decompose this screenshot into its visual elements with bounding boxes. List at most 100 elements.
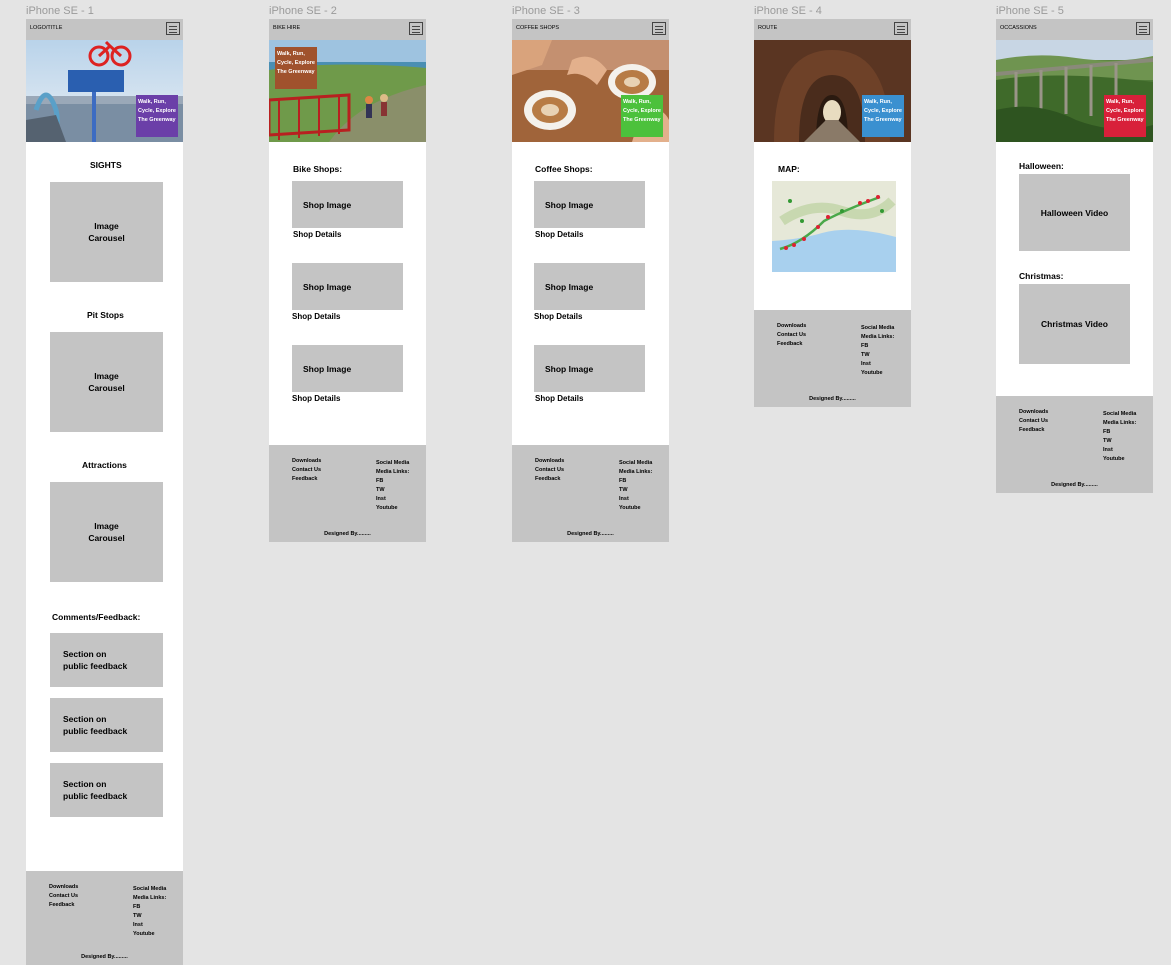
social-media-label: Social Media <box>861 325 895 331</box>
shop-details[interactable]: Shop Details <box>292 394 340 403</box>
top-bar: ROUTE <box>754 19 911 40</box>
shop-image[interactable]: Shop Image <box>534 181 645 228</box>
footer-link-feedback[interactable]: Feedback <box>49 901 78 910</box>
public-feedback-section: Section on public feedback <box>50 763 163 817</box>
christmas-video[interactable]: Christmas Video <box>1019 284 1130 364</box>
footer-link-feedback[interactable]: Feedback <box>777 340 806 349</box>
frame-label: iPhone SE - 5 <box>996 5 1064 17</box>
iphone-frame-1: LOGO/TITLE Walk, Run, Cycle, Explore The… <box>26 19 183 965</box>
halloween-video[interactable]: Halloween Video <box>1019 174 1130 251</box>
social-link-youtube[interactable]: Youtube <box>1103 455 1136 464</box>
hamburger-menu-icon[interactable] <box>166 22 180 35</box>
social-link-inst[interactable]: Inst <box>133 921 166 930</box>
social-link-tw[interactable]: TW <box>861 351 894 360</box>
tagline-badge: Walk, Run, Cycle, Explore The Greenway <box>136 95 178 137</box>
top-bar: OCCASSIONS <box>996 19 1153 40</box>
top-bar: BIKE HIRE <box>269 19 426 40</box>
social-link-fb[interactable]: FB <box>861 342 894 351</box>
image-carousel[interactable]: Image Carousel <box>50 482 163 582</box>
social-link-tw[interactable]: TW <box>1103 437 1136 446</box>
hero-image: Walk, Run, Cycle, Explore The Greenway <box>26 40 183 142</box>
social-link-inst[interactable]: Inst <box>861 360 894 369</box>
public-feedback-section: Section on public feedback <box>50 698 163 752</box>
footer-link-downloads[interactable]: Downloads <box>49 883 78 892</box>
footer-link-contact-us[interactable]: Contact Us <box>1019 417 1048 426</box>
social-link-fb[interactable]: FB <box>133 903 166 912</box>
social-media-label: Social Media <box>376 460 410 466</box>
designed-by: Designed By......... <box>1051 482 1098 488</box>
hero-image: Walk, Run, Cycle, Explore The Greenway <box>996 40 1153 142</box>
shop-image[interactable]: Shop Image <box>292 263 403 310</box>
section-heading-attractions: Attractions <box>82 460 127 470</box>
designed-by: Designed By......... <box>81 954 128 960</box>
image-carousel[interactable]: Image Carousel <box>50 182 163 282</box>
designed-by: Designed By......... <box>567 531 614 537</box>
christmas-heading: Christmas: <box>1019 271 1064 281</box>
social-media-label: Media Links: <box>376 469 410 475</box>
shop-details[interactable]: Shop Details <box>535 230 583 239</box>
social-link-youtube[interactable]: Youtube <box>619 504 652 513</box>
frame-label: iPhone SE - 1 <box>26 5 94 17</box>
social-media-label: Media Links: <box>133 895 167 901</box>
social-link-youtube[interactable]: Youtube <box>861 369 894 378</box>
logo-title: LOGO/TITLE <box>30 25 63 31</box>
shop-details[interactable]: Shop Details <box>534 312 582 321</box>
frame-label: iPhone SE - 3 <box>512 5 580 17</box>
footer-link-contact-us[interactable]: Contact Us <box>292 466 321 475</box>
image-carousel[interactable]: Image Carousel <box>50 332 163 432</box>
social-media-label: Media Links: <box>861 334 895 340</box>
footer-link-downloads[interactable]: Downloads <box>1019 408 1048 417</box>
tagline-badge: Walk, Run, Cycle, Explore The Greenway <box>275 47 317 89</box>
footer: Downloads Contact Us Feedback Social Med… <box>26 871 183 965</box>
tagline-badge: Walk, Run, Cycle, Explore The Greenway <box>862 95 904 137</box>
footer-link-downloads[interactable]: Downloads <box>292 457 321 466</box>
footer-link-feedback[interactable]: Feedback <box>1019 426 1048 435</box>
footer-link-downloads[interactable]: Downloads <box>777 322 806 331</box>
footer-link-downloads[interactable]: Downloads <box>535 457 564 466</box>
iphone-frame-2: BIKE HIRE Walk, Run, Cycle, Explore The … <box>269 19 426 542</box>
social-link-tw[interactable]: TW <box>133 912 166 921</box>
social-link-inst[interactable]: Inst <box>619 495 652 504</box>
social-media-label: Media Links: <box>619 469 653 475</box>
coffee-shops-heading: Coffee Shops: <box>535 164 593 174</box>
top-bar: LOGO/TITLE <box>26 19 183 40</box>
footer-link-contact-us[interactable]: Contact Us <box>535 466 564 475</box>
shop-details[interactable]: Shop Details <box>535 394 583 403</box>
section-heading-pit-stops: Pit Stops <box>87 310 124 320</box>
iphone-frame-3: COFFEE SHOPS Walk, Run, Cycle, Explore T… <box>512 19 669 542</box>
route-map[interactable] <box>772 181 896 272</box>
shop-image[interactable]: Shop Image <box>292 181 403 228</box>
footer-link-feedback[interactable]: Feedback <box>292 475 321 484</box>
hamburger-menu-icon[interactable] <box>1136 22 1150 35</box>
social-link-tw[interactable]: TW <box>619 486 652 495</box>
hero-image: Walk, Run, Cycle, Explore The Greenway <box>269 40 426 142</box>
hero-image: Walk, Run, Cycle, Explore The Greenway <box>512 40 669 142</box>
section-heading-sights: SIGHTS <box>90 160 122 170</box>
social-link-fb[interactable]: FB <box>619 477 652 486</box>
social-link-youtube[interactable]: Youtube <box>376 504 409 513</box>
footer-link-contact-us[interactable]: Contact Us <box>49 892 78 901</box>
frame-label: iPhone SE - 4 <box>754 5 822 17</box>
social-link-fb[interactable]: FB <box>376 477 409 486</box>
iphone-frame-4: ROUTE Walk, Run, Cycle, Explore The Gree… <box>754 19 911 407</box>
shop-image[interactable]: Shop Image <box>292 345 403 392</box>
footer: Downloads Contact Us Feedback Social Med… <box>996 396 1153 493</box>
shop-details[interactable]: Shop Details <box>292 312 340 321</box>
shop-image[interactable]: Shop Image <box>534 263 645 310</box>
hamburger-menu-icon[interactable] <box>652 22 666 35</box>
social-link-inst[interactable]: Inst <box>1103 446 1136 455</box>
hamburger-menu-icon[interactable] <box>409 22 423 35</box>
page-title: OCCASSIONS <box>1000 25 1037 31</box>
social-link-youtube[interactable]: Youtube <box>133 930 166 939</box>
designed-by: Designed By......... <box>324 531 371 537</box>
shop-image[interactable]: Shop Image <box>534 345 645 392</box>
hamburger-menu-icon[interactable] <box>894 22 908 35</box>
footer-link-feedback[interactable]: Feedback <box>535 475 564 484</box>
shop-details[interactable]: Shop Details <box>293 230 341 239</box>
frame-label: iPhone SE - 2 <box>269 5 337 17</box>
social-link-inst[interactable]: Inst <box>376 495 409 504</box>
footer-link-contact-us[interactable]: Contact Us <box>777 331 806 340</box>
social-link-fb[interactable]: FB <box>1103 428 1136 437</box>
top-bar: COFFEE SHOPS <box>512 19 669 40</box>
social-link-tw[interactable]: TW <box>376 486 409 495</box>
